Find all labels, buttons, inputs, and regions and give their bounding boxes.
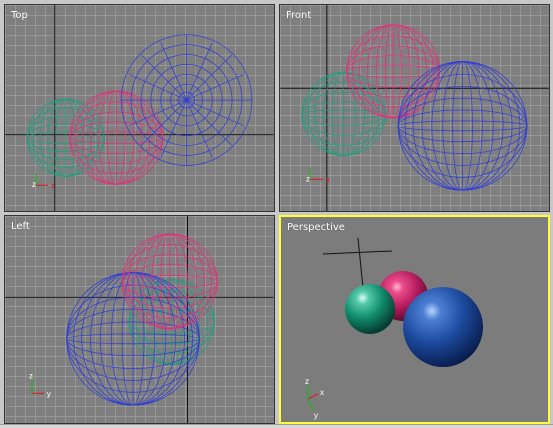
top-axis-x-label: x [51, 181, 55, 190]
top-axis-gizmo: x z [32, 173, 55, 190]
front-axis-z-label: z [306, 174, 310, 183]
bottom-status-strip [0, 424, 553, 428]
perspective-grid-line-vertical [357, 237, 364, 289]
front-viewport[interactable]: Front x z [279, 4, 550, 212]
perspective-viewport-label[interactable]: Perspective [287, 222, 345, 234]
left-axis-gizmo: y z [29, 371, 51, 398]
front-axis-x-label: x [326, 175, 330, 184]
perspective-blue-sphere[interactable] [403, 287, 483, 367]
front-viewport-label[interactable]: Front [286, 10, 311, 22]
teal-sphere-wireframe[interactable] [26, 98, 105, 177]
top-viewport[interactable]: Top x z [4, 4, 275, 212]
top-axis-z-label: z [32, 180, 36, 189]
perspective-axis-gizmo: x z y [305, 377, 324, 420]
top-viewport-label[interactable]: Top [11, 10, 28, 22]
perspective-axis-y-label: y [314, 411, 318, 420]
front-blue-sphere-wireframe[interactable] [397, 61, 528, 191]
viewport-layout: Top x z Front x z Left y z Perspective x… [0, 0, 553, 428]
left-axis-y-label: y [47, 389, 51, 398]
left-viewport-label[interactable]: Left [11, 221, 30, 233]
left-axis-z-label: z [29, 371, 33, 380]
front-view-scene: x z [280, 5, 549, 211]
left-view-scene: y z [5, 216, 274, 423]
perspective-axis-x-label: x [320, 388, 324, 397]
front-axis-gizmo: x z [306, 167, 330, 184]
front-teal-sphere-wireframe[interactable] [301, 71, 386, 156]
left-viewport[interactable]: Left y z [4, 215, 275, 424]
perspective-axis-z-label: z [305, 377, 309, 386]
front-pink-sphere-wireframe[interactable] [346, 24, 441, 119]
blue-sphere-wireframe[interactable] [120, 34, 253, 166]
perspective-grid-line-horizontal [322, 250, 393, 255]
perspective-scene: x z y [305, 237, 483, 420]
perspective-viewport[interactable]: Perspective x z y [279, 215, 550, 424]
top-view-scene: x z [5, 5, 274, 211]
perspective-teal-sphere[interactable] [345, 284, 395, 334]
